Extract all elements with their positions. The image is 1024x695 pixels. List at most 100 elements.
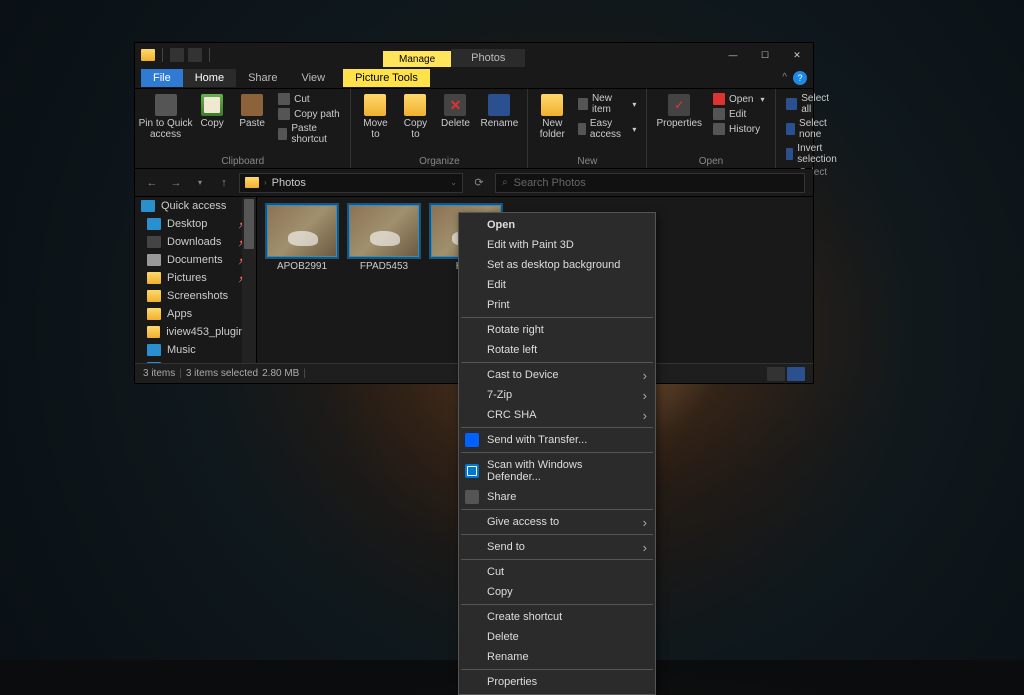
history-button[interactable]: History (709, 122, 768, 136)
copy-icon (201, 94, 223, 116)
star-icon (141, 200, 155, 212)
context-menu-item[interactable]: Send with Transfer... (459, 430, 655, 450)
recent-button[interactable]: ▾ (191, 174, 209, 192)
move-to-button[interactable]: Move to (357, 92, 393, 142)
thumbnail (267, 205, 337, 257)
newfolder-icon (541, 94, 563, 116)
sidebar-item-documents[interactable]: Documents📌 (135, 251, 256, 269)
edit-button[interactable]: Edit (709, 107, 768, 121)
refresh-button[interactable]: ⟳ (469, 176, 489, 189)
select-none-button[interactable]: Select none (782, 117, 845, 141)
context-menu-item[interactable]: Send to (459, 537, 655, 557)
menu-separator (461, 317, 653, 318)
context-menu-item[interactable]: Copy (459, 582, 655, 602)
up-button[interactable]: ↑ (215, 174, 233, 192)
context-menu-item[interactable]: Share (459, 487, 655, 507)
address-field[interactable]: › Photos ⌄ (239, 173, 463, 193)
context-menu-item[interactable]: Edit with Paint 3D (459, 235, 655, 255)
delete-button[interactable]: Delete (437, 92, 473, 131)
sidebar-item-desktop[interactable]: Desktop📌 (135, 215, 256, 233)
context-menu-item[interactable]: Create shortcut (459, 607, 655, 627)
sidebar-item-iview[interactable]: iview453_plugins (135, 323, 256, 341)
rename-button[interactable]: Rename (477, 92, 521, 131)
copy-button[interactable]: Copy (194, 92, 230, 131)
music-icon (147, 344, 161, 356)
search-input[interactable]: ⌕ Search Photos (495, 173, 805, 193)
context-menu-item[interactable]: Edit (459, 275, 655, 295)
context-menu-item[interactable]: Cut (459, 562, 655, 582)
history-icon (713, 123, 725, 135)
back-button[interactable]: ← (143, 174, 161, 192)
menu-view[interactable]: View (289, 69, 337, 87)
thumbnails-view-button[interactable] (787, 367, 805, 381)
paste-shortcut-button[interactable]: Paste shortcut (274, 122, 344, 146)
pin-icon (155, 94, 177, 116)
details-view-button[interactable] (767, 367, 785, 381)
context-menu-item[interactable]: Properties (459, 672, 655, 692)
context-menu-item[interactable]: Rename (459, 647, 655, 667)
breadcrumb[interactable]: Photos (272, 177, 306, 189)
sidebar-item-screenshots[interactable]: Screenshots (135, 287, 256, 305)
folder-icon (245, 177, 259, 188)
easy-access-button[interactable]: Easy access▾ (574, 117, 640, 141)
db-icon (465, 433, 479, 447)
scrollbar-thumb[interactable] (244, 199, 254, 249)
context-menu-item[interactable]: Rotate left (459, 340, 655, 360)
sidebar-item-quick-access[interactable]: Quick access (135, 197, 256, 215)
maximize-button[interactable]: ☐ (749, 43, 781, 67)
new-item-button[interactable]: New item▾ (574, 92, 640, 116)
paste-button[interactable]: Paste (234, 92, 270, 131)
close-button[interactable]: ✕ (781, 43, 813, 67)
new-folder-button[interactable]: New folder (534, 92, 570, 142)
context-menu-item[interactable]: 7-Zip (459, 385, 655, 405)
file-item[interactable]: FPAD5453 (347, 205, 421, 272)
context-menu-item[interactable]: Cast to Device (459, 365, 655, 385)
qat-button[interactable] (188, 48, 202, 62)
sidebar-item-music[interactable]: Music (135, 341, 256, 359)
menu-file[interactable]: File (141, 69, 183, 87)
context-menu-item[interactable]: Print (459, 295, 655, 315)
select-all-button[interactable]: Select all (782, 92, 845, 116)
folder-icon (147, 290, 161, 302)
context-menu-item[interactable]: Set as desktop background (459, 255, 655, 275)
scrollbar[interactable] (242, 197, 256, 363)
context-menu-item[interactable]: Delete (459, 627, 655, 647)
menu-home[interactable]: Home (183, 69, 236, 87)
help-icon[interactable]: ? (793, 71, 807, 85)
context-menu-item[interactable]: Open (459, 215, 655, 235)
sidebar-item-apps[interactable]: Apps (135, 305, 256, 323)
menu-picture-tools[interactable]: Picture Tools (343, 69, 430, 87)
contextual-tab-manage[interactable]: Manage (383, 51, 451, 67)
titlebar[interactable]: Manage Photos — ☐ ✕ (135, 43, 813, 67)
context-menu-item[interactable]: Rotate right (459, 320, 655, 340)
navigation-pane[interactable]: Quick access Desktop📌 Downloads📌 Documen… (135, 197, 257, 363)
menu-separator (461, 559, 653, 560)
properties-button[interactable]: Properties (653, 92, 705, 131)
menu-separator (461, 427, 653, 428)
context-menu-item[interactable]: Scan with Windows Defender... (459, 455, 655, 487)
easyaccess-icon (578, 123, 586, 135)
sidebar-item-pictures[interactable]: Pictures📌 (135, 269, 256, 287)
qat-button[interactable] (170, 48, 184, 62)
menu-share[interactable]: Share (236, 69, 289, 87)
edit-icon (713, 108, 725, 120)
copypath-icon (278, 108, 290, 120)
open-button[interactable]: Open▾ (709, 92, 768, 106)
forward-button[interactable]: → (167, 174, 185, 192)
context-menu-item[interactable]: Give access to (459, 512, 655, 532)
invert-selection-button[interactable]: Invert selection (782, 142, 845, 166)
minimize-button[interactable]: — (717, 43, 749, 67)
copy-to-button[interactable]: Copy to (397, 92, 433, 142)
cut-button[interactable]: Cut (274, 92, 344, 106)
context-menu-item[interactable]: CRC SHA (459, 405, 655, 425)
file-item[interactable]: APOB2991 (265, 205, 339, 272)
pin-quick-access-button[interactable]: Pin to Quick access (141, 92, 190, 142)
chevron-down-icon[interactable]: ⌄ (450, 178, 457, 187)
videos-icon (147, 362, 161, 363)
collapse-ribbon-button[interactable]: ^ (782, 72, 787, 83)
sidebar-item-videos[interactable]: Videos (135, 359, 256, 363)
sidebar-item-downloads[interactable]: Downloads📌 (135, 233, 256, 251)
context-menu[interactable]: OpenEdit with Paint 3DSet as desktop bac… (458, 212, 656, 695)
ribbon-group-label: Open (653, 155, 768, 168)
copy-path-button[interactable]: Copy path (274, 107, 344, 121)
